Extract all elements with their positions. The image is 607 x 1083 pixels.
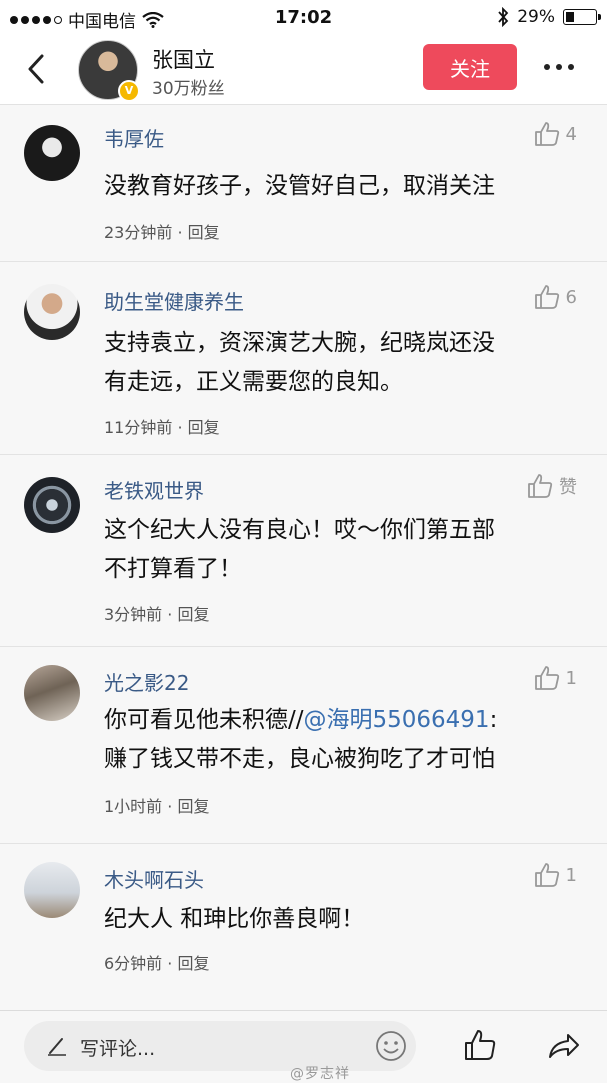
bottom-bar: 写评论... @罗志祥: [0, 1010, 607, 1082]
like-icon[interactable]: [462, 1027, 498, 1063]
comment-item: 韦厚佐 4 没教育好孩子，没管好自己，取消关注 23分钟前 · 回复: [0, 105, 607, 262]
like-count: 6: [565, 286, 577, 308]
comment-item: 木头啊石头 1 纪大人 和珅比你善良啊！ 6分钟前 · 回复: [0, 844, 607, 984]
battery-icon: [563, 9, 601, 25]
comment-meta[interactable]: 3分钟前 · 回复: [104, 601, 209, 625]
avatar[interactable]: [24, 125, 80, 181]
comment-meta[interactable]: 1小时前 · 回复: [104, 793, 209, 817]
fans-count: 30万粉丝: [152, 79, 225, 99]
avatar[interactable]: [24, 284, 80, 340]
thumbs-up-icon: [534, 666, 559, 690]
follow-button[interactable]: 关注: [423, 44, 517, 90]
more-icon[interactable]: [544, 64, 580, 72]
like-button[interactable]: 1: [532, 663, 577, 693]
pen-icon: [48, 1038, 66, 1056]
status-right: 29%: [497, 7, 601, 27]
thumbs-up-icon: [534, 863, 559, 887]
comment-text: 支持袁立，资深演艺大腕，纪晓岚还没 有走远，正义需要您的良知。: [104, 324, 584, 402]
comment-username[interactable]: 韦厚佐: [104, 123, 164, 152]
like-button[interactable]: 赞: [525, 471, 577, 501]
thumbs-up-icon: [534, 122, 559, 146]
mention-link[interactable]: @海明55066491: [304, 707, 490, 733]
comment-text-suffix: :: [489, 707, 498, 733]
comment-text: 这个纪大人没有良心！哎～你们第五部 不打算看了！: [104, 511, 584, 589]
comment-item: 助生堂健康养生 6 支持袁立，资深演艺大腕，纪晓岚还没 有走远，正义需要您的良知…: [0, 262, 607, 455]
comment-text-line: 这个纪大人没有良心！哎～你们第五部: [104, 517, 495, 543]
back-icon[interactable]: [22, 52, 52, 86]
comment-text-line: 支持袁立，资深演艺大腕，纪晓岚还没: [104, 330, 495, 356]
like-count: 4: [565, 123, 577, 145]
like-button[interactable]: 6: [532, 282, 577, 312]
comment-text: 纪大人 和珅比你善良啊！: [104, 906, 365, 932]
comment-input[interactable]: 写评论...: [24, 1021, 416, 1071]
like-count: 赞: [559, 477, 577, 498]
emoji-icon[interactable]: [374, 1029, 408, 1063]
comment-meta[interactable]: 11分钟前 · 回复: [104, 414, 220, 438]
comment-username[interactable]: 老铁观世界: [104, 475, 204, 504]
comment-text: 你可看见他未积德//@海明55066491: 赚了钱又带不走，良心被狗吃了才可怕: [104, 701, 584, 779]
avatar[interactable]: [24, 665, 80, 721]
like-button[interactable]: 1: [532, 860, 577, 890]
comment-text: 没教育好孩子，没管好自己，取消关注: [104, 173, 495, 199]
comment-text-line: 有走远，正义需要您的良知。: [104, 369, 403, 395]
profile-name[interactable]: 张国立: [152, 44, 215, 74]
like-button[interactable]: 4: [532, 119, 577, 149]
comment-text-prefix: 你可看见他未积德//: [104, 707, 304, 733]
thumbs-up-icon: [534, 285, 559, 309]
comment-text-line: 赚了钱又带不走，良心被狗吃了才可怕: [104, 746, 495, 772]
thumbs-up-icon: [528, 474, 553, 498]
like-count: 1: [565, 864, 577, 886]
avatar[interactable]: [24, 477, 80, 533]
status-bar: 中国电信 17:02 29%: [0, 0, 607, 34]
comment-username[interactable]: 助生堂健康养生: [104, 286, 244, 315]
avatar[interactable]: [24, 862, 80, 918]
comment-list: 韦厚佐 4 没教育好孩子，没管好自己，取消关注 23分钟前 · 回复 助生堂健康…: [0, 105, 607, 984]
watermark: @罗志祥: [290, 1066, 350, 1082]
comment-username[interactable]: 光之影22: [104, 667, 189, 696]
verified-badge-icon: V: [118, 80, 140, 102]
comment-text-line: 你可看见他未积德//@海明55066491:: [104, 701, 584, 740]
battery-percent: 29%: [517, 7, 555, 27]
comment-placeholder: 写评论...: [80, 1038, 156, 1060]
profile-header: V 张国立 30万粉丝 关注: [0, 34, 607, 105]
comment-text-line: 不打算看了！: [104, 556, 242, 582]
comment-meta[interactable]: 6分钟前 · 回复: [104, 950, 209, 974]
share-icon[interactable]: [546, 1029, 580, 1061]
comment-item: 老铁观世界 赞 这个纪大人没有良心！哎～你们第五部 不打算看了！ 3分钟前 · …: [0, 455, 607, 647]
comment-username[interactable]: 木头啊石头: [104, 864, 204, 893]
comment-item: 光之影22 1 你可看见他未积德//@海明55066491: 赚了钱又带不走，良…: [0, 647, 607, 844]
comment-meta[interactable]: 23分钟前 · 回复: [104, 219, 220, 243]
bluetooth-icon: [498, 7, 509, 27]
like-count: 1: [565, 667, 577, 689]
